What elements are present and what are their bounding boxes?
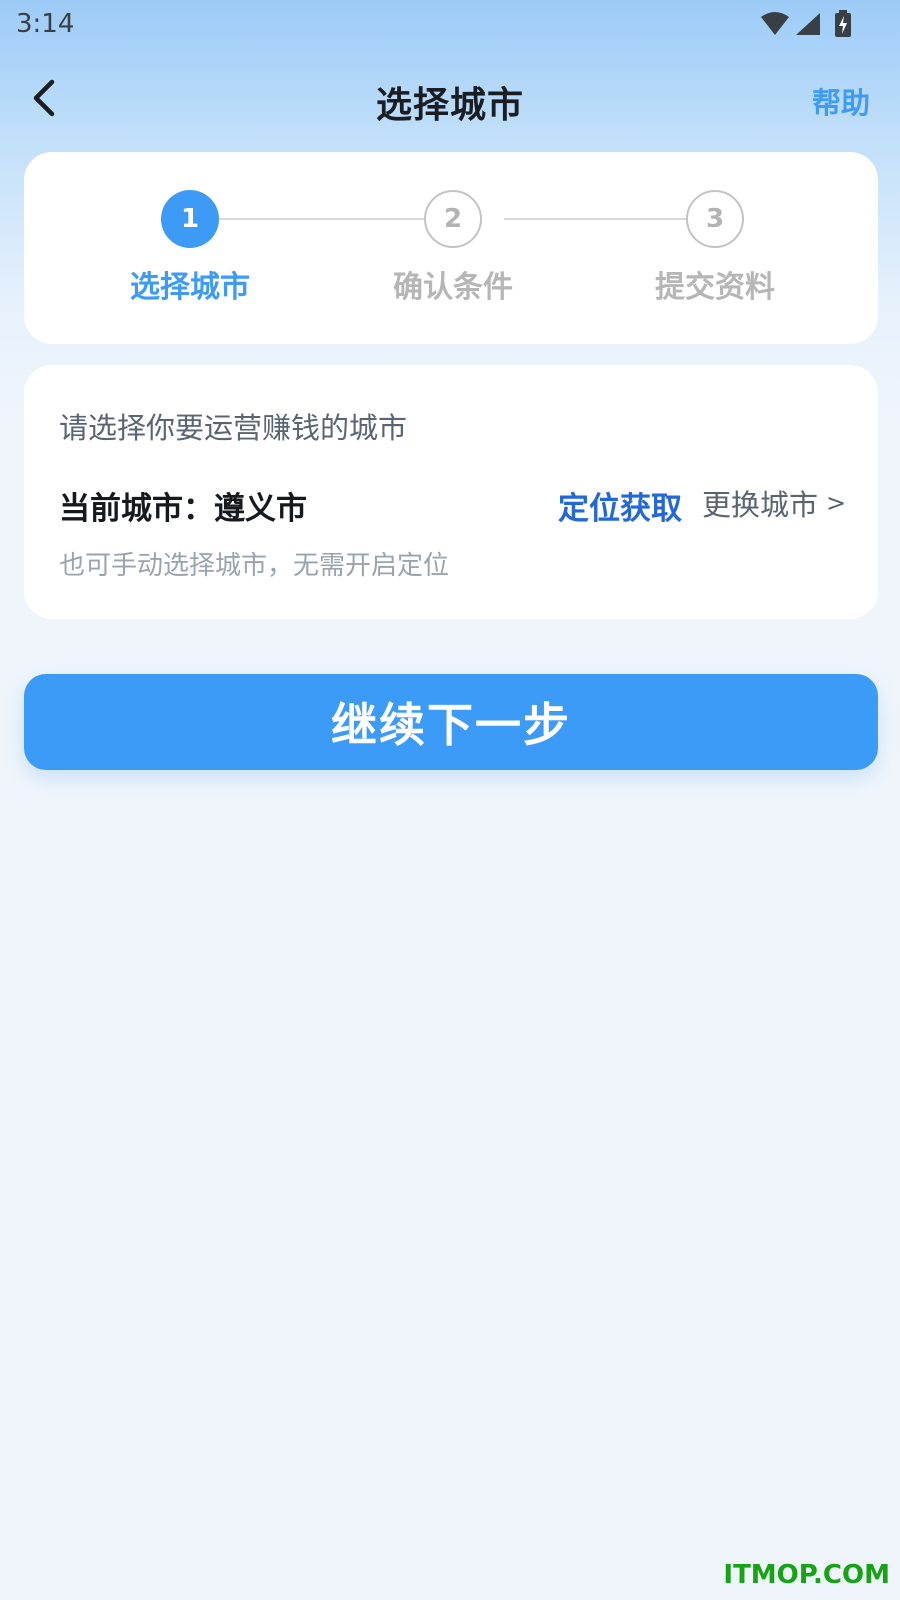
battery-charging-icon	[834, 10, 852, 38]
locate-button[interactable]: 定位获取	[558, 483, 682, 528]
step-1-circle: 1	[161, 190, 219, 248]
wifi-icon	[760, 11, 790, 37]
step-connector	[214, 218, 450, 220]
status-time: 3:14	[16, 9, 75, 39]
change-city-button[interactable]: 更换城市 >	[702, 482, 846, 524]
step-2-label: 确认条件	[393, 270, 513, 305]
city-selection-card: 请选择你要运营赚钱的城市 当前城市：遵义市 定位获取 更换城市 > 也可手动选择…	[24, 365, 878, 619]
watermark: ITMOP.COM	[723, 1560, 890, 1590]
city-hint: 也可手动选择城市，无需开启定位	[59, 551, 450, 581]
step-1-label: 选择城市	[130, 270, 250, 305]
page-title: 选择城市	[375, 85, 524, 126]
step-connector	[504, 218, 714, 220]
status-icons	[760, 10, 852, 38]
status-bar: 3:14	[0, 0, 900, 50]
nav-bar: 选择城市 帮助	[0, 50, 900, 150]
step-3-label: 提交资料	[655, 270, 775, 305]
step-progress-card: 1 2 3 选择城市 确认条件 提交资料	[24, 152, 878, 344]
step-3-circle: 3	[686, 190, 744, 248]
next-step-button[interactable]: 继续下一步	[24, 674, 878, 770]
city-prompt: 请选择你要运营赚钱的城市	[59, 411, 408, 445]
help-link[interactable]: 帮助	[812, 80, 870, 122]
change-city-label: 更换城市	[702, 488, 819, 522]
step-2-circle: 2	[424, 190, 482, 248]
signal-icon	[794, 11, 822, 37]
chevron-right-icon: >	[826, 489, 847, 517]
current-city: 当前城市：遵义市	[59, 491, 307, 527]
